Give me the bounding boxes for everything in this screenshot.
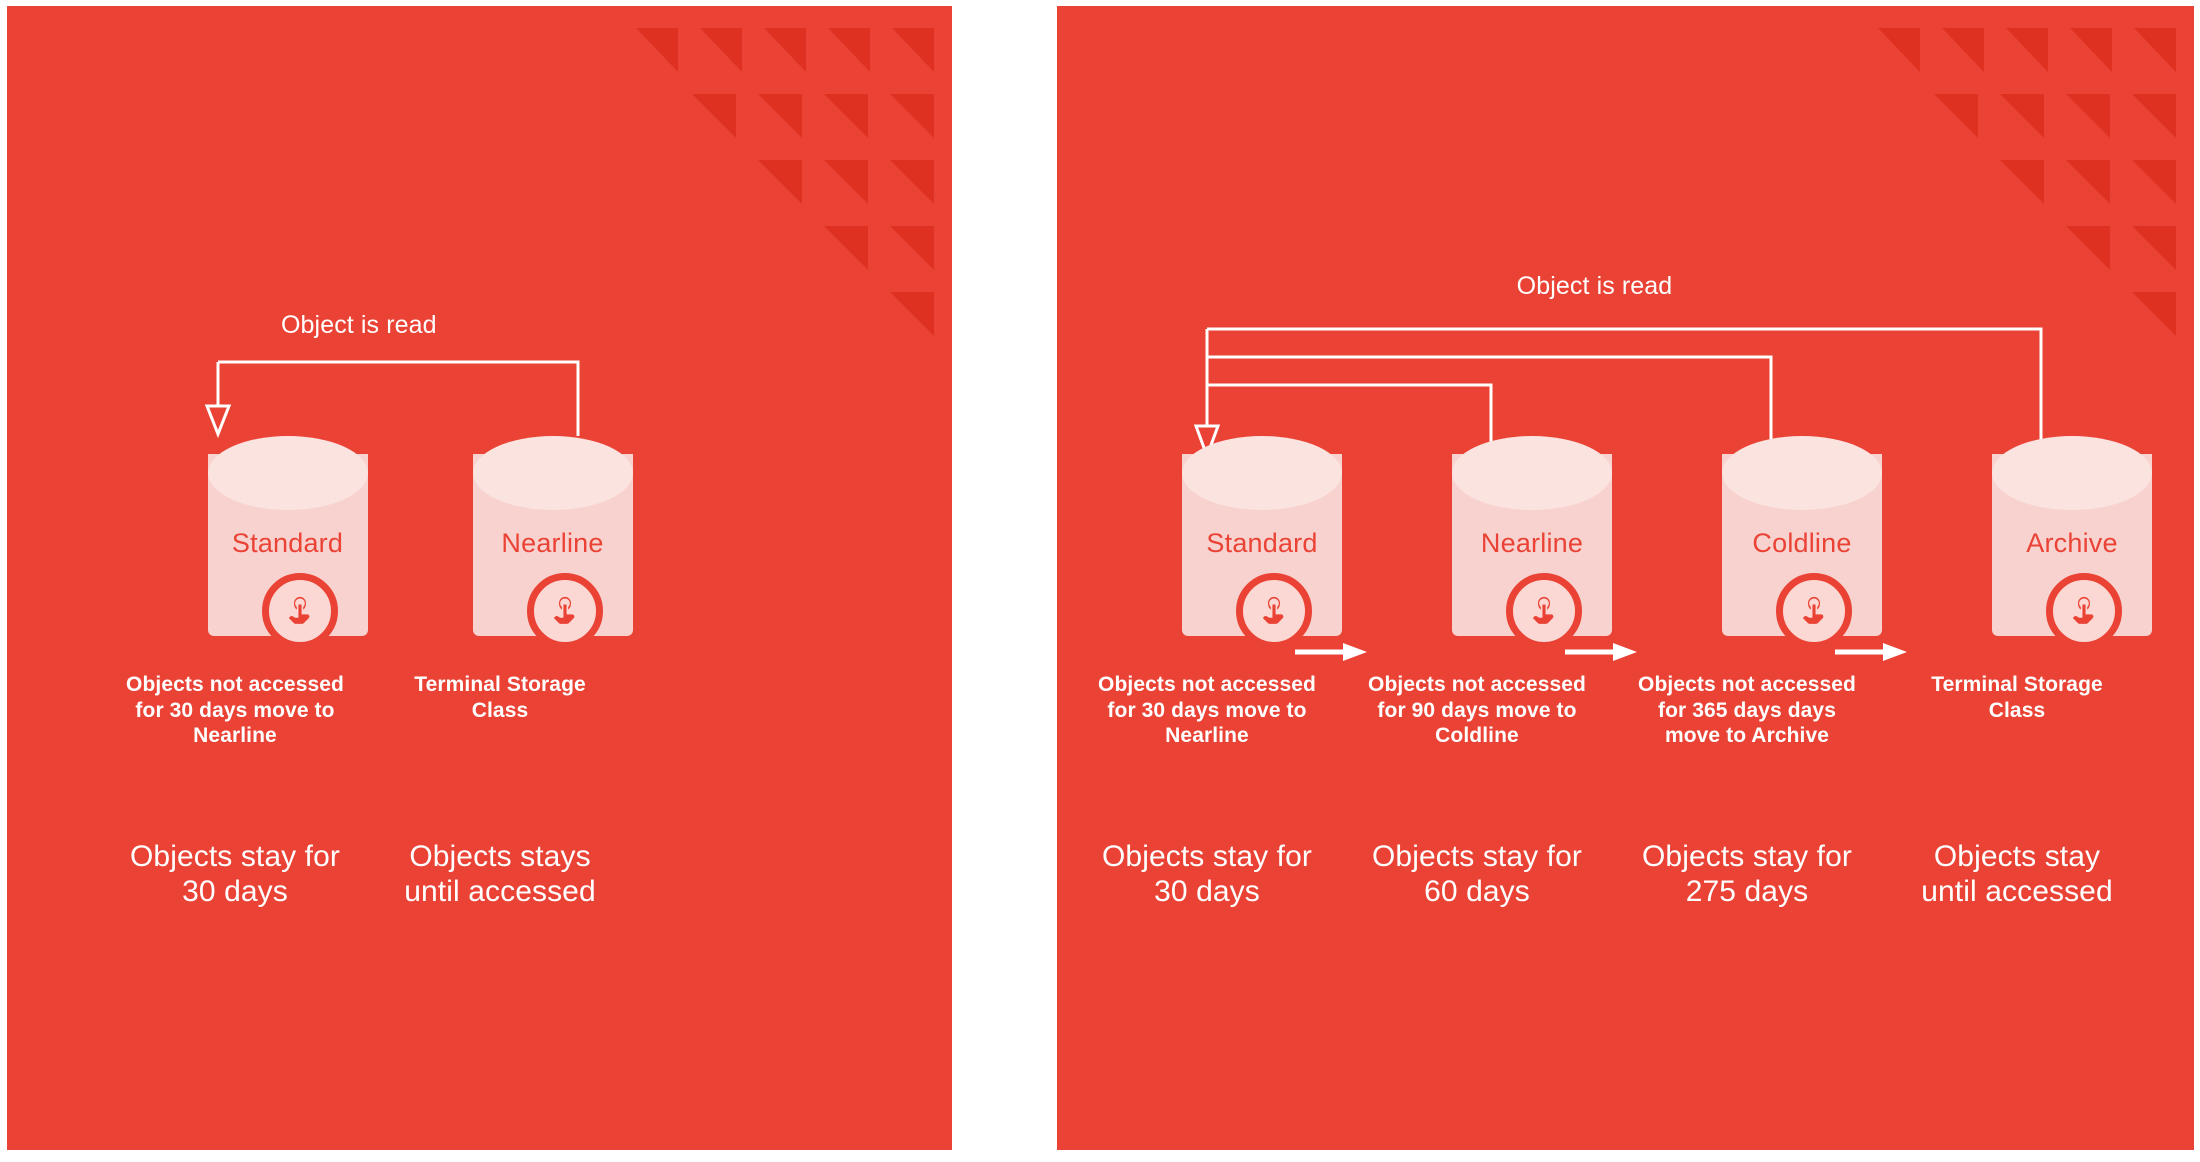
- storage-class-column-archive[interactable]: Archive Terminal Storage Class Objects s…: [1921, 436, 2194, 908]
- triangle-row: [614, 28, 934, 94]
- touch-icon[interactable]: [1776, 573, 1852, 649]
- touch-icon[interactable]: [1506, 573, 1582, 649]
- cylinder-top-ellipse: [207, 436, 368, 510]
- triangle-icon: [890, 160, 934, 204]
- triangle-row: [1856, 160, 2176, 226]
- triangle-row: [614, 226, 934, 292]
- triangle-icon: [890, 226, 934, 270]
- triangle-decoration-pattern: [1856, 28, 2176, 358]
- triangle-icon: [758, 94, 802, 138]
- triangle-icon: [890, 292, 934, 336]
- retention-caption: Objects stay for 275 days: [1641, 840, 1852, 908]
- triangle-row: [614, 94, 934, 160]
- storage-class-columns: Standard Objects not accessed for 30 day…: [126, 436, 685, 908]
- triangle-decoration-pattern: [614, 28, 934, 358]
- transition-caption: Terminal Storage Class: [414, 673, 586, 722]
- cylinder-top-ellipse: [1992, 436, 2152, 510]
- transition-caption: Terminal Storage Class: [1931, 673, 2103, 722]
- touch-icon[interactable]: [1236, 573, 1312, 649]
- triangle-icon: [758, 160, 802, 204]
- storage-class-name: Nearline: [1480, 528, 1584, 558]
- cylinder-archive[interactable]: Archive: [1992, 436, 2152, 649]
- touch-icon[interactable]: [261, 573, 338, 649]
- triangle-icon: [700, 28, 742, 72]
- triangle-icon: [2000, 94, 2044, 138]
- triangle-icon: [824, 226, 868, 270]
- diagram-canvas: Object is read Standard Objects not acce…: [0, 0, 2200, 1162]
- cylinder-top-ellipse: [1452, 436, 1612, 510]
- transition-caption: Objects not accessed for 365 days days m…: [1638, 673, 1856, 748]
- triangle-icon: [2132, 160, 2176, 204]
- cylinder-top-ellipse: [1182, 436, 1342, 510]
- transition-caption: Objects not accessed for 90 days move to…: [1368, 673, 1586, 748]
- cylinder-top-ellipse: [1722, 436, 1882, 510]
- triangle-icon: [692, 94, 736, 138]
- touch-icon[interactable]: [526, 573, 603, 649]
- triangle-icon: [2066, 94, 2110, 138]
- triangle-icon: [1878, 28, 1920, 72]
- storage-class-name: Standard: [231, 528, 344, 558]
- triangle-icon: [2132, 226, 2176, 270]
- retention-caption: Objects stay for 60 days: [1371, 840, 1582, 908]
- triangle-icon: [828, 28, 870, 72]
- storage-class-column-nearline[interactable]: Nearline Objects not accessed for 90 day…: [1368, 436, 1667, 908]
- triangle-icon: [2066, 160, 2110, 204]
- touch-icon[interactable]: [2046, 573, 2122, 649]
- transition-arrow-icon: [1295, 643, 1367, 661]
- cylinder-nearline[interactable]: Nearline: [472, 436, 633, 649]
- retention-caption: Objects stays until accessed: [404, 840, 596, 908]
- triangle-icon: [2000, 160, 2044, 204]
- triangle-icon: [2006, 28, 2048, 72]
- object-is-read-label: Object is read: [1516, 272, 1673, 300]
- retention-caption: Objects stay for 30 days: [1101, 840, 1312, 908]
- triangle-icon: [890, 94, 934, 138]
- panel-four-class-lifecycle: Object is read Standard Objects not acce…: [1057, 6, 2194, 1150]
- cylinder-coldline[interactable]: Coldline: [1722, 436, 1882, 649]
- triangle-row: [1856, 28, 2176, 94]
- transition-arrow-icon: [1835, 643, 1907, 661]
- retention-caption: Objects stay for 30 days: [129, 840, 340, 908]
- cylinder-standard[interactable]: Standard: [207, 436, 368, 649]
- triangle-icon: [892, 28, 934, 72]
- triangle-icon: [2134, 28, 2176, 72]
- transition-caption: Objects not accessed for 30 days move to…: [126, 673, 344, 748]
- triangle-icon: [2070, 28, 2112, 72]
- transition-caption: Objects not accessed for 30 days move to…: [1098, 673, 1316, 748]
- triangle-icon: [1934, 94, 1978, 138]
- cylinder-nearline[interactable]: Nearline: [1452, 436, 1612, 649]
- storage-class-column-coldline[interactable]: Coldline Objects not accessed for 365 da…: [1638, 436, 1937, 908]
- triangle-row: [614, 160, 934, 226]
- triangle-icon: [764, 28, 806, 72]
- storage-class-column-standard[interactable]: Standard Objects not accessed for 30 day…: [1098, 436, 1397, 908]
- cylinder-top-ellipse: [472, 436, 633, 510]
- triangle-icon: [1942, 28, 1984, 72]
- object-is-read-label: Object is read: [281, 311, 437, 339]
- triangle-row: [1856, 94, 2176, 160]
- cylinder-standard[interactable]: Standard: [1182, 436, 1342, 649]
- storage-class-column-standard[interactable]: Standard Objects not accessed for 30 day…: [126, 436, 420, 908]
- retention-caption: Objects stay until accessed: [1921, 840, 2113, 908]
- storage-class-name: Standard: [1206, 528, 1318, 558]
- storage-class-column-nearline[interactable]: Nearline Terminal Storage Class Objects …: [404, 436, 685, 908]
- storage-class-name: Nearline: [501, 528, 604, 558]
- triangle-icon: [2066, 226, 2110, 270]
- transition-arrow-icon: [1565, 643, 1637, 661]
- storage-class-name: Coldline: [1752, 528, 1852, 558]
- storage-class-name: Archive: [2026, 528, 2118, 558]
- read-back-bracket: [204, 360, 580, 439]
- panel-two-class-lifecycle: Object is read Standard Objects not acce…: [7, 6, 952, 1150]
- triangle-icon: [824, 160, 868, 204]
- triangle-icon: [824, 94, 868, 138]
- storage-class-columns: Standard Objects not accessed for 30 day…: [1098, 436, 2194, 908]
- triangle-icon: [2132, 94, 2176, 138]
- triangle-icon: [636, 28, 678, 72]
- triangle-row: [614, 292, 934, 358]
